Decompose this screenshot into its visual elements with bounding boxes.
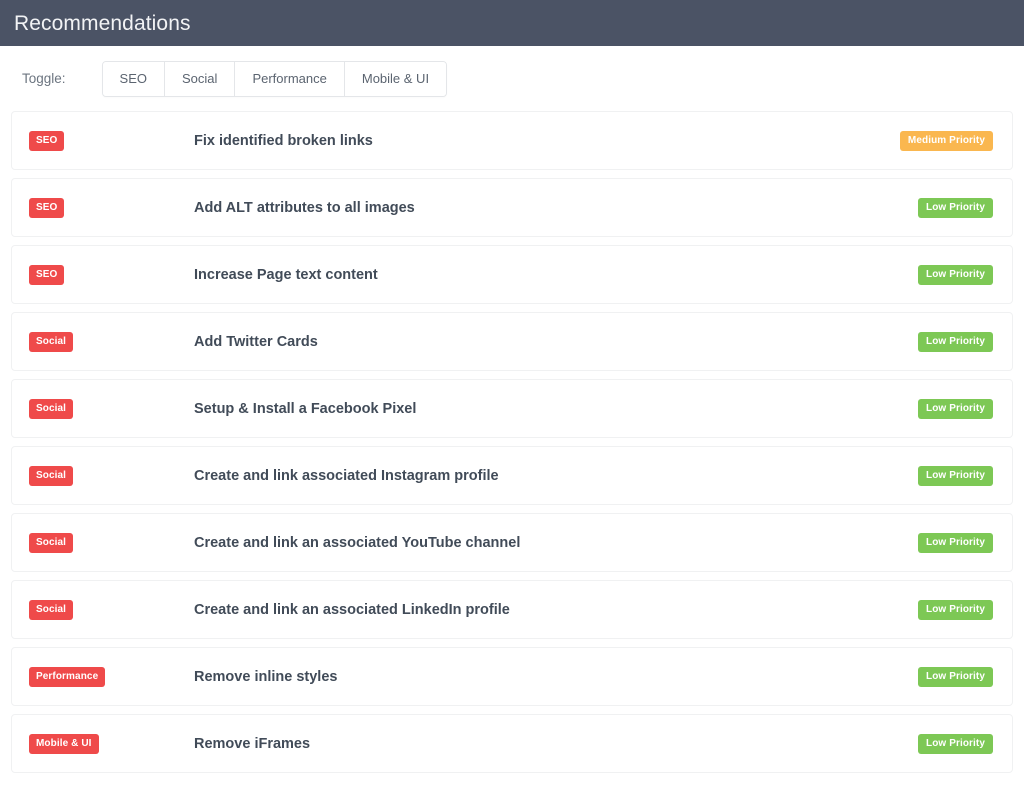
category-badge: Mobile & UI [29,734,99,754]
toggle-button-mobile-ui[interactable]: Mobile & UI [345,62,446,96]
priority-cell: Low Priority [918,667,1012,687]
recommendation-title: Add Twitter Cards [194,334,918,350]
category-cell: Social [12,332,194,352]
priority-badge: Low Priority [918,466,993,486]
recommendation-title: Create and link an associated LinkedIn p… [194,602,918,618]
toggle-button-social[interactable]: Social [165,62,235,96]
priority-badge: Low Priority [918,399,993,419]
recommendation-title: Setup & Install a Facebook Pixel [194,401,918,417]
priority-badge: Low Priority [918,600,993,620]
priority-badge: Medium Priority [900,131,993,151]
category-cell: SEO [12,265,194,285]
page-header: Recommendations [0,0,1024,46]
title-cell: Create and link associated Instagram pro… [194,468,918,484]
category-badge: Social [29,399,73,419]
recommendation-title: Fix identified broken links [194,133,900,149]
recommendation-row[interactable]: Social Create and link associated Instagr… [11,446,1013,505]
recommendation-row[interactable]: Social Add Twitter CardsLow Priority [11,312,1013,371]
recommendation-row[interactable]: SEO Fix identified broken linksMedium Pri… [11,111,1013,170]
category-badge: Performance [29,667,105,687]
priority-cell: Low Priority [918,265,1012,285]
category-badge: Social [29,533,73,553]
page-title: Recommendations [14,13,191,34]
title-cell: Create and link an associated YouTube ch… [194,535,918,551]
priority-badge: Low Priority [918,734,993,754]
priority-badge: Low Priority [918,667,993,687]
toggle-button-seo[interactable]: SEO [103,62,165,96]
title-cell: Add Twitter Cards [194,334,918,350]
title-cell: Setup & Install a Facebook Pixel [194,401,918,417]
priority-badge: Low Priority [918,198,993,218]
priority-cell: Low Priority [918,533,1012,553]
recommendation-row[interactable]: Performance Remove inline stylesLow Prior… [11,647,1013,706]
recommendation-title: Create and link associated Instagram pro… [194,468,918,484]
priority-cell: Low Priority [918,600,1012,620]
title-cell: Increase Page text content [194,267,918,283]
recommendation-row[interactable]: Social Create and link an associated YouT… [11,513,1013,572]
toggle-button-performance[interactable]: Performance [235,62,344,96]
recommendation-title: Remove inline styles [194,669,918,685]
category-cell: Social [12,600,194,620]
category-badge: Social [29,332,73,352]
category-cell: Mobile & UI [12,734,194,754]
priority-badge: Low Priority [918,332,993,352]
category-cell: Social [12,533,194,553]
category-cell: Social [12,466,194,486]
recommendation-title: Create and link an associated YouTube ch… [194,535,918,551]
filter-toolbar: Toggle: SEOSocialPerformanceMobile & UI [0,46,1024,111]
priority-cell: Low Priority [918,399,1012,419]
recommendation-row[interactable]: Mobile & UI Remove iFramesLow Priority [11,714,1013,773]
recommendation-title: Increase Page text content [194,267,918,283]
category-toggle-group: SEOSocialPerformanceMobile & UI [102,61,448,97]
title-cell: Fix identified broken links [194,133,900,149]
recommendation-title: Add ALT attributes to all images [194,200,918,216]
recommendations-list: SEO Fix identified broken linksMedium Pri… [0,111,1024,773]
category-cell: Social [12,399,194,419]
title-cell: Create and link an associated LinkedIn p… [194,602,918,618]
title-cell: Remove iFrames [194,736,918,752]
priority-cell: Medium Priority [900,131,1012,151]
recommendation-row[interactable]: SEO Increase Page text contentLow Priorit… [11,245,1013,304]
category-cell: SEO [12,198,194,218]
category-badge: SEO [29,265,64,285]
priority-badge: Low Priority [918,533,993,553]
category-badge: Social [29,466,73,486]
category-badge: SEO [29,131,64,151]
category-cell: SEO [12,131,194,151]
priority-badge: Low Priority [918,265,993,285]
category-badge: SEO [29,198,64,218]
priority-cell: Low Priority [918,198,1012,218]
priority-cell: Low Priority [918,734,1012,754]
priority-cell: Low Priority [918,332,1012,352]
category-badge: Social [29,600,73,620]
toggle-label: Toggle: [22,71,66,86]
recommendation-title: Remove iFrames [194,736,918,752]
recommendation-row[interactable]: Social Create and link an associated Link… [11,580,1013,639]
priority-cell: Low Priority [918,466,1012,486]
title-cell: Add ALT attributes to all images [194,200,918,216]
title-cell: Remove inline styles [194,669,918,685]
category-cell: Performance [12,667,194,687]
recommendation-row[interactable]: Social Setup & Install a Facebook PixelLo… [11,379,1013,438]
recommendation-row[interactable]: SEO Add ALT attributes to all imagesLow P… [11,178,1013,237]
